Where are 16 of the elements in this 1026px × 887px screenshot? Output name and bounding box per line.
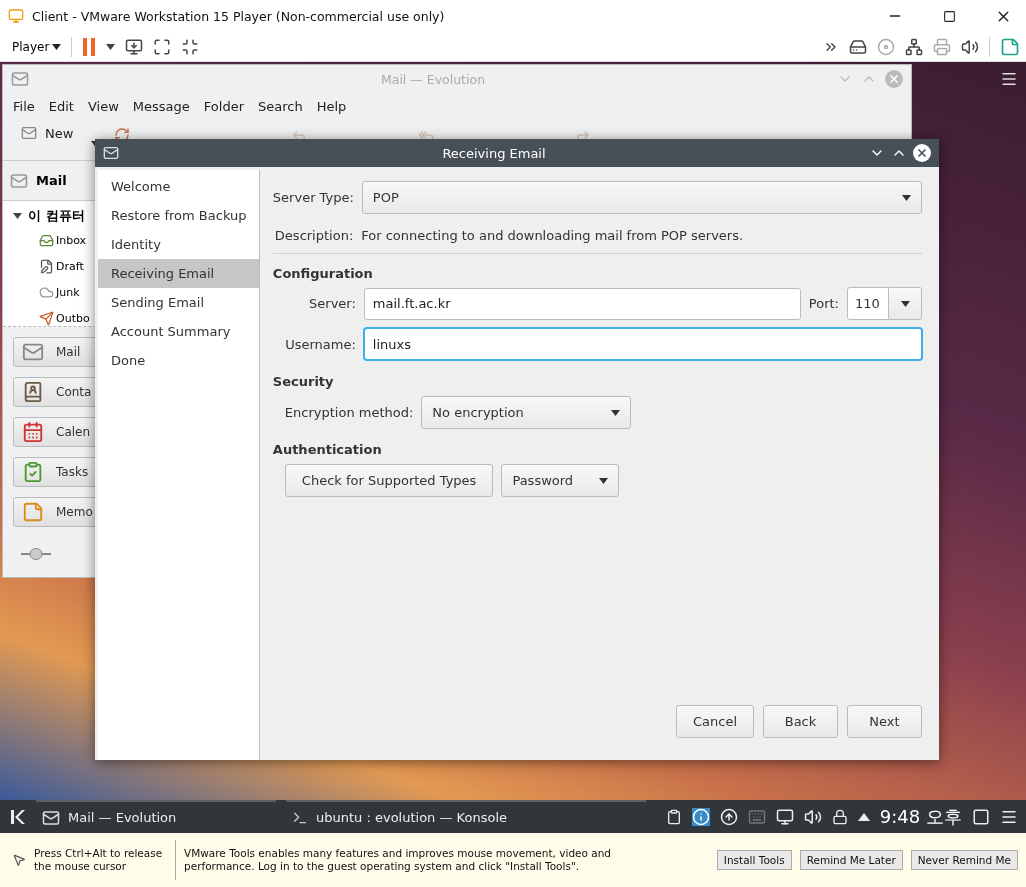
section-heading: Configuration: [272, 266, 374, 281]
section-heading: Authentication: [272, 442, 383, 457]
field-label: Port:: [808, 296, 839, 311]
field-label: Server Type:: [272, 190, 354, 205]
field-label: Server:: [308, 296, 356, 311]
message-text: VMware Tools enables many features and improves mouse movement, video and performance. Log in to the guest operating system and click "Install Tools".: [184, 847, 613, 873]
hint-text: Press Ctrl+Alt to release the mouse cursor: [33, 847, 164, 873]
window-title: Mail — Evolution: [379, 71, 487, 87]
section-heading: Security: [272, 374, 335, 389]
pane-title: Mail: [36, 173, 67, 188]
dialog-title: Receiving Email: [441, 145, 547, 161]
field-label: Description:: [274, 228, 354, 243]
description-text: For connecting to and downloading mail from POP servers.: [361, 228, 744, 243]
window-title: Client - VMware Workstation 15 Player (Non-commercial use only): [32, 8, 446, 24]
field-label: Username:: [284, 336, 356, 352]
field-label: Encryption method:: [284, 405, 414, 420]
